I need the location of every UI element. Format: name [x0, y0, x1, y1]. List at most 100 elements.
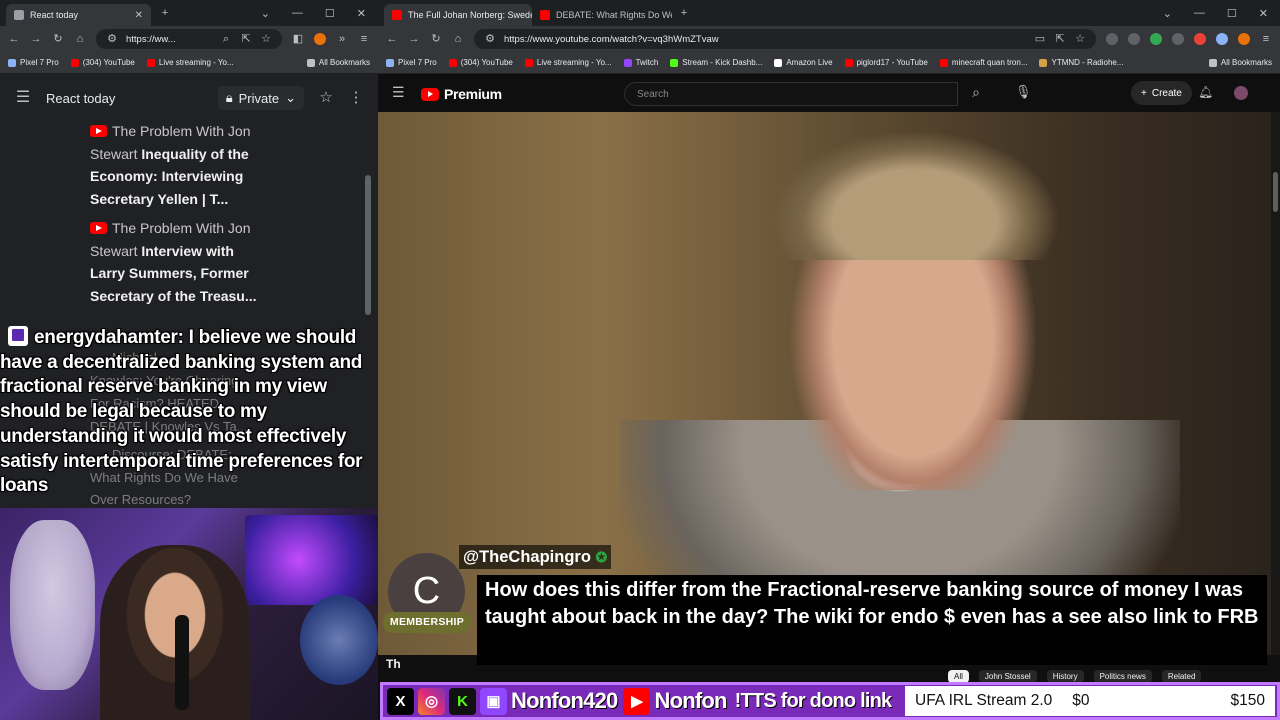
back-icon[interactable]: ← — [8, 33, 20, 45]
tab-react-today[interactable]: React today ✕ — [6, 4, 151, 26]
back-icon[interactable]: ← — [386, 33, 398, 45]
bookmark-item[interactable]: Pixel 7 Pro — [8, 58, 59, 67]
profile-avatar[interactable] — [1238, 33, 1250, 45]
close-tab-icon[interactable]: ✕ — [135, 10, 143, 21]
home-icon[interactable]: ⌂ — [74, 33, 86, 45]
share-icon[interactable]: ⇱ — [1054, 33, 1066, 45]
all-bookmarks[interactable]: All Bookmarks — [306, 58, 370, 67]
extension-icon[interactable]: ◧ — [292, 33, 304, 45]
donation-goal: UFA IRL Stream 2.0 $0 $150 — [905, 686, 1275, 716]
home-icon[interactable]: ⌂ — [452, 33, 464, 45]
account-avatar[interactable] — [1234, 86, 1248, 100]
tts-text: !TTS for dono link — [734, 689, 892, 712]
forward-icon[interactable]: → — [30, 33, 42, 45]
notifications-bell-icon[interactable]: 🔔︎ — [1198, 86, 1213, 98]
history-favicon-icon — [14, 10, 24, 20]
forward-icon[interactable]: → — [408, 33, 420, 45]
x-logo-icon: X — [387, 687, 414, 715]
create-button[interactable]: + Create — [1131, 81, 1192, 105]
privacy-dropdown[interactable]: 🔒︎ Private ⌄ — [217, 86, 304, 110]
right-toolbar: ← → ↻ ⌂ ⚙ https://www.youtube.com/watch?… — [378, 26, 1280, 52]
right-bookmarks-bar: Pixel 7 Pro (304) YouTube Live streaming… — [378, 52, 1280, 74]
reload-icon[interactable]: ↻ — [430, 33, 442, 45]
video-title-fragment: Th — [386, 657, 401, 671]
verified-badge-icon: ✪ — [595, 549, 608, 565]
share-icon[interactable]: ⇱ — [240, 33, 252, 45]
minimize-icon[interactable]: — — [1194, 7, 1205, 19]
page-scrollbar[interactable] — [1271, 112, 1280, 672]
chat-username: energydahamter: — [34, 327, 184, 348]
bookmark-item[interactable]: Live streaming - Yo... — [146, 58, 234, 67]
extension-icon[interactable] — [1216, 33, 1228, 45]
bookmark-item[interactable]: Live streaming - Yo... — [524, 58, 612, 67]
tab-search-icon[interactable]: ⌄ — [1163, 7, 1172, 20]
zoom-icon[interactable]: ⌕ — [220, 33, 232, 45]
hamburger-menu-icon[interactable]: ☰ — [14, 90, 32, 106]
more-options-icon[interactable]: ⋮ — [348, 90, 364, 105]
address-text: https://ww... — [126, 33, 176, 45]
plus-icon: + — [1141, 87, 1147, 99]
extension-icon[interactable] — [1150, 33, 1162, 45]
superchat-name: @TheChapingro ✪ — [459, 545, 612, 569]
site-info-icon[interactable]: ⚙ — [106, 33, 118, 45]
tab-title: React today — [30, 10, 79, 20]
star-icon[interactable]: ☆ — [318, 90, 334, 105]
neon-light — [245, 515, 379, 605]
all-bookmarks[interactable]: All Bookmarks — [1208, 58, 1272, 67]
new-tab-icon[interactable]: + — [159, 7, 171, 19]
cast-icon[interactable]: ▭ — [1034, 33, 1046, 45]
new-tab-icon[interactable]: + — [678, 7, 690, 19]
youtube-logo[interactable]: Premium — [421, 86, 502, 102]
bookmark-item[interactable]: minecraft quan tron... — [939, 58, 1027, 67]
bookmark-item[interactable]: Pixel 7 Pro — [386, 58, 437, 67]
right-tab-strip: The Full Johan Norberg: Swede ✕ DEBATE: … — [378, 0, 1280, 26]
twitch-icon — [8, 326, 28, 346]
maximize-icon[interactable]: ☐ — [325, 7, 335, 20]
close-window-icon[interactable]: ✕ — [357, 7, 366, 20]
history-item[interactable]: The Problem With Jon Stewart Interview w… — [90, 217, 265, 307]
goal-target: $150 — [1230, 692, 1265, 709]
bookmark-item[interactable]: piglord17 - YouTube — [844, 58, 928, 67]
history-item[interactable]: The Problem With Jon Stewart Inequality … — [90, 120, 265, 210]
twitch-icon: ▣ — [480, 687, 507, 715]
extension-icon[interactable] — [1194, 33, 1206, 45]
microphone-icon[interactable]: 🎙︎ — [1015, 85, 1032, 98]
bookmark-star-icon[interactable]: ☆ — [260, 33, 272, 45]
youtube-masthead: ☰ Premium Search ⌕ 🎙︎ + Create 🔔︎ — [378, 74, 1280, 112]
left-toolbar: ← → ↻ ⌂ ⚙ https://ww... ⌕ ⇱ ☆ ◧ » ≡ — [0, 26, 378, 52]
stream-chat-overlay: energydahamter: I believe we should have… — [0, 326, 378, 499]
window-controls: ⌄ — ☐ ✕ — [261, 0, 378, 26]
menu-icon[interactable]: ≡ — [358, 33, 370, 45]
more-icon[interactable]: » — [336, 33, 348, 45]
bookmark-item[interactable]: (304) YouTube — [70, 58, 135, 67]
extension-icon[interactable] — [1172, 33, 1184, 45]
tab-johan-norberg[interactable]: The Full Johan Norberg: Swede ✕ — [384, 4, 532, 26]
reload-icon[interactable]: ↻ — [52, 33, 64, 45]
youtube-handle: Nonfon — [654, 688, 727, 713]
bookmark-item[interactable]: Twitch — [623, 58, 658, 67]
maximize-icon[interactable]: ☐ — [1227, 7, 1237, 20]
extension-icon[interactable] — [1106, 33, 1118, 45]
bookmark-item[interactable]: Amazon Live — [774, 58, 833, 67]
address-bar[interactable]: ⚙ https://www.youtube.com/watch?v=vq3hWm… — [474, 29, 1096, 49]
search-input[interactable]: Search — [624, 82, 958, 106]
hamburger-menu-icon[interactable]: ☰ — [392, 85, 405, 99]
address-text: https://www.youtube.com/watch?v=vq3hWmZT… — [504, 33, 719, 45]
profile-avatar[interactable] — [314, 33, 326, 45]
left-bookmarks-bar: Pixel 7 Pro (304) YouTube Live streaming… — [0, 52, 378, 74]
bookmark-item[interactable]: YTMND - Radiohe... — [1039, 58, 1124, 67]
search-icon[interactable]: ⌕ — [970, 85, 982, 99]
close-window-icon[interactable]: ✕ — [1259, 7, 1268, 20]
extension-icon[interactable] — [1128, 33, 1140, 45]
tab-debate[interactable]: DEBATE: What Rights Do We H ✕ — [532, 4, 672, 26]
bookmark-item[interactable]: (304) YouTube — [448, 58, 513, 67]
minimize-icon[interactable]: — — [292, 7, 303, 19]
menu-icon[interactable]: ≡ — [1260, 33, 1272, 45]
history-scrollbar[interactable] — [365, 175, 371, 315]
address-bar[interactable]: ⚙ https://ww... ⌕ ⇱ ☆ — [96, 29, 282, 49]
bookmark-star-icon[interactable]: ☆ — [1074, 33, 1086, 45]
youtube-favicon-icon — [392, 10, 402, 20]
bookmark-item[interactable]: Stream - Kick Dashb... — [670, 58, 762, 67]
tab-search-icon[interactable]: ⌄ — [261, 7, 270, 20]
site-info-icon[interactable]: ⚙ — [484, 33, 496, 45]
